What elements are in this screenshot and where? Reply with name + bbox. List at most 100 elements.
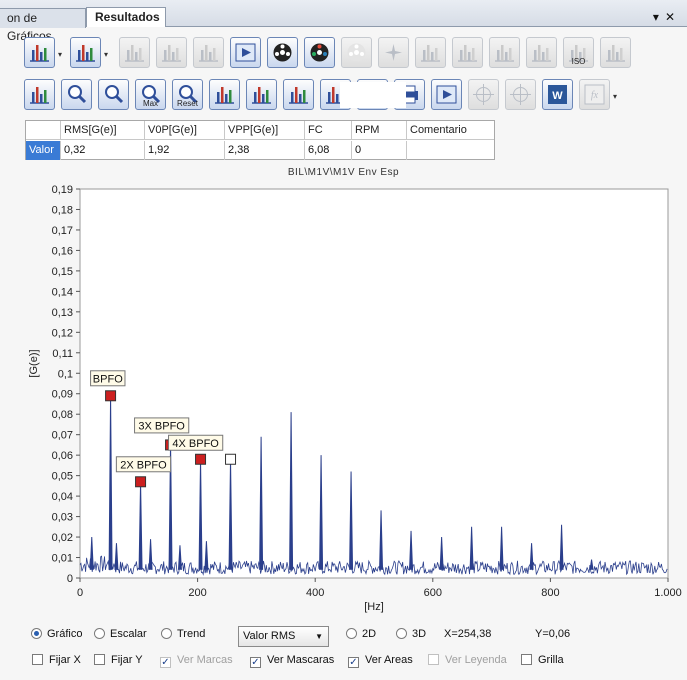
results-table: RMS[G(e)] V0P[G(e)] VPP[G(e)] FC RPM Com… [25, 120, 495, 160]
tab-graficos[interactable]: on de Gráficos [0, 8, 86, 43]
check-label: Ver Mascaras [267, 654, 335, 666]
check-fijar-x[interactable]: Fijar X [32, 654, 81, 666]
radio-escalar[interactable]: Escalar [94, 628, 147, 640]
x-tick-label: 800 [541, 587, 559, 599]
y-axis-label: [G(e)] [28, 349, 40, 377]
dropdown-arrow-icon[interactable]: ▾ [104, 50, 108, 59]
col-header: RPM [352, 121, 407, 140]
y-tick-label: 0,15 [52, 266, 73, 278]
button-caption: Reset [177, 99, 198, 108]
x-tick-label: 0 [77, 587, 83, 599]
spectrum-chart[interactable]: 0 0,01 0,02 0,03 0,04 0,05 0,06 0,07 0,08 0,09 0,1… [0, 180, 687, 620]
zoom-in-button[interactable] [61, 79, 92, 110]
y-tick-label: 0,04 [52, 491, 73, 503]
check-ver-leyenda[interactable]: Ver Leyenda [428, 654, 507, 666]
film-reel-button[interactable] [267, 37, 298, 68]
save-button[interactable] [283, 79, 314, 110]
play-button[interactable] [431, 79, 462, 110]
table-cell: 1,92 [145, 141, 225, 160]
bar-chart-button[interactable] [246, 79, 277, 110]
radio-indicator [346, 628, 357, 639]
radio-3d[interactable]: 3D [396, 628, 426, 640]
chart-settings-button[interactable] [489, 37, 520, 68]
bearing-button[interactable] [415, 37, 446, 68]
check-ver-mascaras[interactable]: ✓ Ver Mascaras [250, 654, 334, 668]
results-value-row[interactable]: Valor 0,32 1,92 2,38 6,08 0 [26, 141, 494, 160]
table-cell: 6,08 [305, 141, 352, 160]
value-type-select[interactable]: Valor RMS ▼ [238, 626, 329, 647]
svg-text:W: W [552, 90, 563, 102]
checkbox: ✓ [250, 657, 261, 668]
x-readout: X=254,38 [444, 628, 492, 640]
window-controls: ▾✕ [653, 10, 681, 24]
zoom-reset-button[interactable]: Reset [172, 79, 203, 110]
row-header: Valor [26, 141, 61, 160]
zoom-down-button[interactable] [98, 79, 129, 110]
y-tick-label: 0,05 [52, 471, 73, 483]
check-ver-areas[interactable]: ✓ Ver Areas [348, 654, 413, 668]
col-header: VPP[G(e)] [225, 121, 305, 140]
radio-grafico[interactable]: Gráfico [31, 628, 82, 640]
y-tick-label: 0,07 [52, 430, 73, 442]
color-film-button[interactable] [304, 37, 335, 68]
radio-trend[interactable]: Trend [161, 628, 205, 640]
y-tick-label: 0,09 [52, 389, 73, 401]
zoom-max-button[interactable]: Max [135, 79, 166, 110]
checkbox [94, 654, 105, 665]
radio-indicator [31, 628, 42, 639]
trend-chart-button[interactable] [209, 79, 240, 110]
pane-menu-icon[interactable]: ▾ [653, 10, 665, 24]
bars-button[interactable] [119, 37, 150, 68]
checkbox [428, 654, 439, 665]
formula-button[interactable]: fx [579, 79, 610, 110]
check-ver-marcas[interactable]: ✓ Ver Marcas [160, 654, 233, 668]
iso-button[interactable]: ISO [563, 37, 594, 68]
y-readout: Y=0,06 [535, 628, 571, 640]
dropdown-arrow-icon[interactable]: ▾ [613, 92, 617, 101]
x-tick-label: 200 [188, 587, 206, 599]
table-cell: 2,38 [225, 141, 305, 160]
filter-button[interactable] [600, 37, 631, 68]
check-grilla[interactable]: Grilla [521, 654, 564, 666]
stamp-button[interactable] [526, 37, 557, 68]
harmonic-marker [135, 476, 147, 488]
tape-button[interactable] [341, 37, 372, 68]
crosshair-button[interactable] [468, 79, 499, 110]
dropdown-arrow-icon[interactable]: ▾ [58, 50, 62, 59]
checkbox: ✓ [348, 657, 359, 668]
radio-2d[interactable]: 2D [346, 628, 376, 640]
select-value: Valor RMS [243, 630, 296, 642]
close-icon[interactable]: ✕ [665, 10, 681, 24]
radio-label: Gráfico [47, 628, 83, 640]
sparkle-button[interactable] [378, 37, 409, 68]
y-tick-label: 0,17 [52, 225, 73, 237]
tab-resultados[interactable]: Resultados [86, 7, 166, 27]
word-export-button[interactable]: W [542, 79, 573, 110]
blank-overlay [340, 82, 406, 108]
spectrum-config-button[interactable] [24, 37, 55, 68]
table-cell [407, 141, 495, 160]
spectrum-select-button[interactable] [70, 37, 101, 68]
gauge-button[interactable] [452, 37, 483, 68]
crosshair-alt-button[interactable] [505, 79, 536, 110]
check-label: Fijar Y [111, 654, 143, 666]
radio-indicator [94, 628, 105, 639]
y-tick-label: 0,06 [52, 450, 73, 462]
marker-label: 2X BPFO [120, 459, 167, 471]
checkbox: ✓ [160, 657, 171, 668]
next-button[interactable] [230, 37, 261, 68]
y-tick-label: 0,01 [52, 553, 73, 565]
waterfall-button[interactable] [193, 37, 224, 68]
x-axis-label: [Hz] [364, 601, 384, 613]
x-tick-label: 600 [424, 587, 442, 599]
tools-button[interactable] [24, 79, 55, 110]
marker-label: 3X BPFO [138, 420, 185, 432]
chart-title: BIL\M1V\M1V Env Esp [287, 167, 400, 178]
col-header: FC [305, 121, 352, 140]
check-fijar-y[interactable]: Fijar Y [94, 654, 143, 666]
export-button[interactable] [156, 37, 187, 68]
y-tick-label: 0,13 [52, 307, 73, 319]
y-tick-label: 0,11 [52, 348, 73, 360]
results-header-row: RMS[G(e)] V0P[G(e)] VPP[G(e)] FC RPM Com… [26, 121, 494, 140]
check-label: Ver Marcas [177, 654, 233, 666]
